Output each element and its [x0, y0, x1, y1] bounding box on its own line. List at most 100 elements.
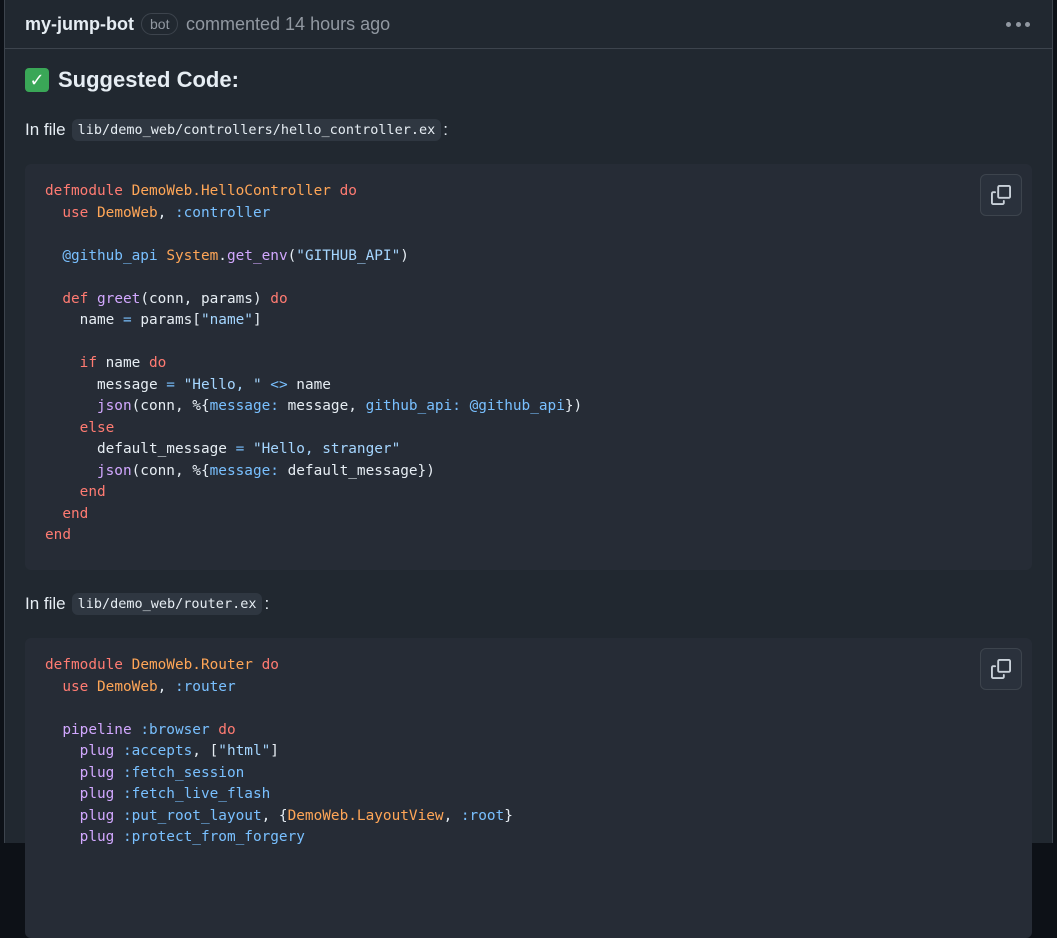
code-token: :accepts — [122, 743, 193, 759]
code-token: use — [62, 678, 89, 695]
code-line: json(conn, %{message: message, github_ap… — [45, 398, 582, 414]
code-line: def greet(conn, params) do — [45, 290, 288, 307]
code-token: plug — [79, 786, 115, 802]
code-block-2: defmodule DemoWeb.Router do use DemoWeb,… — [25, 638, 1032, 938]
code-token: :router — [174, 678, 236, 695]
code-line: plug :fetch_session — [45, 764, 245, 781]
code-token: } — [504, 807, 513, 824]
code-token: ( — [287, 247, 297, 264]
code-token: DemoWeb — [97, 678, 158, 695]
code-token: @github_api — [62, 247, 158, 264]
code-line: end — [45, 506, 88, 522]
code-line: use DemoWeb, :router — [45, 678, 236, 695]
code-token: get_env — [226, 247, 288, 264]
code-token: "Hello, " — [183, 376, 262, 393]
code-token: :put_root_layout — [122, 807, 262, 824]
copy-button[interactable] — [980, 648, 1022, 690]
copy-icon — [991, 659, 1011, 679]
code-token: , — [157, 678, 175, 695]
code-token: pipeline — [62, 721, 132, 738]
copy-button[interactable] — [980, 174, 1022, 216]
code-token: = — [166, 376, 175, 393]
code-line: use DemoWeb, :controller — [45, 205, 270, 221]
code-token: , { — [261, 807, 288, 824]
code-token: end — [62, 505, 89, 522]
code-line: default_message = "Hello, stranger" — [45, 441, 400, 457]
code-token: "GITHUB_API" — [296, 247, 401, 264]
check-mark-icon: ✓ — [25, 68, 49, 92]
code-token: :fetch_live_flash — [122, 786, 271, 802]
code-line: defmodule DemoWeb.HelloController do — [45, 183, 357, 199]
code-token: = — [122, 312, 132, 328]
code-content[interactable]: defmodule DemoWeb.HelloController do use… — [25, 164, 1032, 564]
code-token: message: — [209, 462, 279, 479]
file-caption-1: In file lib/demo_web/controllers/hello_c… — [25, 119, 448, 141]
code-token: }) — [564, 398, 583, 414]
code-token: DemoWeb.HelloController — [131, 183, 331, 199]
code-line: @github_api System.get_env("GITHUB_API") — [45, 248, 409, 264]
code-line: json(conn, %{message: default_message}) — [45, 463, 435, 479]
code-token: DemoWeb.LayoutView — [287, 807, 444, 824]
code-line: message = "Hello, " <> name — [45, 377, 331, 393]
more-options-icon[interactable] — [1006, 14, 1030, 34]
code-token: params[ — [131, 312, 201, 328]
code-line: name = params["name"] — [45, 312, 262, 328]
code-token: DemoWeb.Router — [131, 657, 253, 673]
code-line: if name do — [45, 355, 167, 371]
code-token: github_api: — [365, 398, 461, 414]
code-token: :root — [460, 807, 505, 824]
code-token: , — [157, 204, 175, 221]
code-token: <> — [270, 376, 288, 393]
code-token: . — [218, 247, 227, 264]
code-line: end — [45, 527, 71, 543]
code-token: @github_api — [469, 398, 565, 414]
code-line: pipeline :browser do — [45, 721, 235, 738]
code-token: message, — [278, 398, 366, 414]
comment-timestamp[interactable]: commented 14 hours ago — [186, 14, 390, 35]
code-token: DemoWeb — [97, 204, 158, 221]
code-token: default_message}) — [278, 462, 435, 479]
code-token: ) — [400, 247, 409, 264]
code-token: , — [443, 807, 461, 824]
code-token: greet — [97, 290, 141, 307]
code-token: defmodule — [45, 657, 123, 673]
code-line: else — [45, 419, 115, 436]
file-caption-prefix: In file — [25, 120, 66, 139]
comment-heading: ✓ Suggested Code: — [25, 67, 239, 93]
code-token: :browser — [140, 721, 210, 738]
code-token: do — [270, 290, 288, 307]
code-token: message — [45, 376, 167, 393]
code-line: plug :accepts, ["html"] — [45, 743, 279, 759]
code-token: :fetch_session — [122, 764, 245, 781]
code-token: "name" — [200, 312, 253, 328]
code-token: name — [45, 312, 123, 328]
code-token: else — [79, 419, 115, 436]
code-line: plug :put_root_layout, {DemoWeb.LayoutVi… — [45, 808, 513, 824]
author-link[interactable]: my-jump-bot — [25, 14, 134, 35]
code-block-1: defmodule DemoWeb.HelloController do use… — [25, 164, 1032, 570]
code-token: plug — [79, 743, 115, 759]
code-token: use — [62, 204, 89, 221]
file-path: lib/demo_web/controllers/hello_controlle… — [71, 119, 442, 141]
code-token: do — [261, 657, 279, 673]
code-content[interactable]: defmodule DemoWeb.Router do use DemoWeb,… — [25, 638, 1032, 866]
heading-text: Suggested Code: — [58, 67, 239, 92]
file-path: lib/demo_web/router.ex — [71, 593, 263, 615]
code-line: defmodule DemoWeb.Router do — [45, 657, 279, 673]
